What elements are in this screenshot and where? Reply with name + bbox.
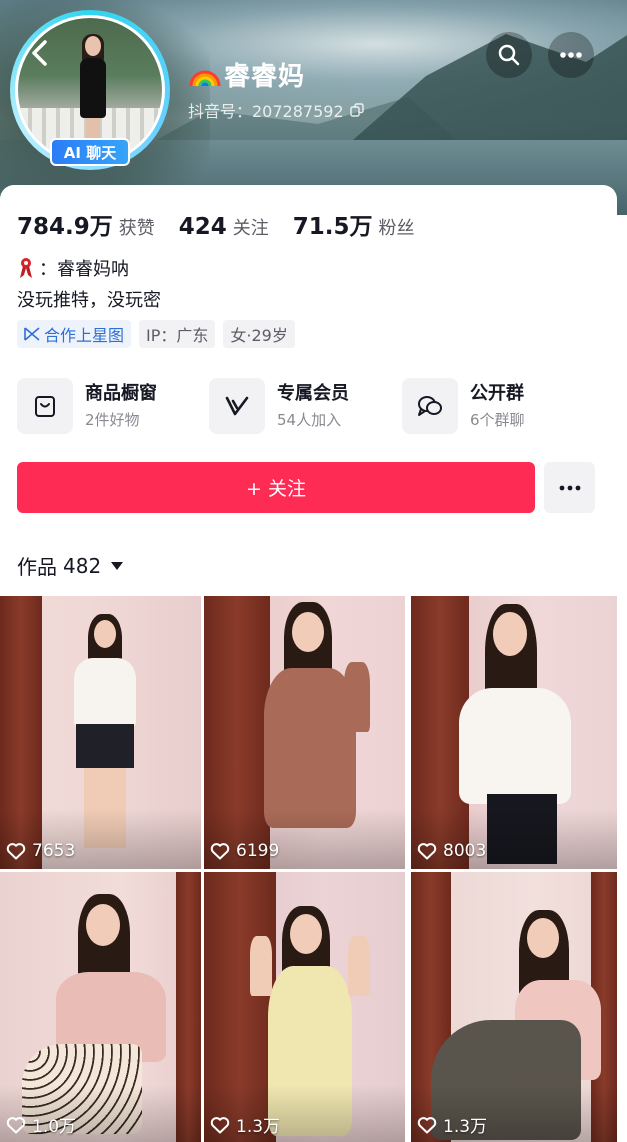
tag-gender-age: 女·29岁 xyxy=(223,320,295,348)
ellipsis-icon xyxy=(559,485,580,490)
caret-down-icon xyxy=(111,561,124,570)
following-label: 关注 xyxy=(232,218,269,239)
douyin-id[interactable]: 抖音号：207287592 xyxy=(188,98,364,122)
heart-icon xyxy=(210,1116,230,1133)
heart-icon xyxy=(417,843,437,860)
service-public-group[interactable]: 公开群 6个群聊 xyxy=(402,377,525,435)
video-thumbnail[interactable]: 6199 xyxy=(204,596,405,869)
tag-row: 合作上星图 IP：广东 女·29岁 xyxy=(17,320,295,348)
heart-icon xyxy=(210,843,230,860)
service-title: 商品橱窗 xyxy=(85,382,157,404)
works-label: 作品 xyxy=(17,555,57,579)
tag-label: 合作上星图 xyxy=(44,326,125,345)
search-button[interactable] xyxy=(486,32,532,78)
services-row: 商品橱窗 2件好物 专属会员 54人加入 公开群 6个群聊 xyxy=(17,377,597,435)
video-thumbnail[interactable]: 8003 xyxy=(411,596,617,869)
video-likes: 1.3万 xyxy=(417,1112,487,1137)
service-title: 专属会员 xyxy=(277,382,349,404)
bio-text-1: ：睿睿妈呐 xyxy=(39,259,129,280)
copy-icon[interactable] xyxy=(349,103,364,117)
star-partner-icon xyxy=(24,327,40,341)
video-likes-count: 1.3万 xyxy=(443,1117,488,1137)
likes-count[interactable]: 784.9万 xyxy=(17,207,113,241)
following-count[interactable]: 424 xyxy=(179,214,227,240)
search-icon xyxy=(498,44,520,66)
video-likes-count: 1.0万 xyxy=(32,1117,77,1137)
video-likes: 6199 xyxy=(210,841,279,861)
service-subtitle: 6个群聊 xyxy=(470,410,525,429)
tag-star-partner[interactable]: 合作上星图 xyxy=(17,320,132,348)
service-membership[interactable]: 专属会员 54人加入 xyxy=(209,377,349,435)
bio-line-2: 没玩推特，没玩密 xyxy=(17,290,161,311)
video-likes-count: 6199 xyxy=(236,841,280,861)
avatar-figure xyxy=(76,34,110,138)
ai-chat-badge[interactable]: AI 聊天 xyxy=(50,138,130,166)
service-shop-window[interactable]: 商品橱窗 2件好物 xyxy=(17,377,157,435)
rainbow-icon xyxy=(189,70,221,86)
video-likes: 7653 xyxy=(6,841,75,861)
tag-ip-location: IP：广东 xyxy=(139,320,216,348)
video-likes-count: 1.3万 xyxy=(236,1117,281,1137)
service-title: 公开群 xyxy=(470,382,524,404)
username-row: 睿睿妈 xyxy=(188,56,305,93)
stats-row: 784.9万 获赞 424 关注 71.5万 粉丝 xyxy=(17,207,439,241)
service-subtitle: 2件好物 xyxy=(85,410,140,429)
works-count: 482 xyxy=(63,553,102,578)
video-likes: 8003 xyxy=(417,841,486,861)
ellipsis-icon xyxy=(560,52,582,58)
heart-icon xyxy=(417,1116,437,1133)
video-thumbnail[interactable]: 1.0万 xyxy=(0,872,201,1142)
heart-icon xyxy=(6,1116,26,1133)
follow-button[interactable]: + 关注 xyxy=(17,462,535,513)
heart-icon xyxy=(6,843,26,860)
service-subtitle: 54人加入 xyxy=(277,410,342,429)
profile-card: 784.9万 获赞 424 关注 71.5万 粉丝 ：睿睿妈呐 没玩推特，没玩密… xyxy=(0,185,617,1142)
membership-v-icon xyxy=(209,378,265,434)
chevron-left-icon xyxy=(32,40,47,66)
more-options-button[interactable] xyxy=(548,32,594,78)
likes-label: 获赞 xyxy=(118,218,155,239)
red-ribbon-icon xyxy=(20,258,32,278)
back-button[interactable] xyxy=(22,38,58,74)
video-thumbnail[interactable]: 7653 xyxy=(0,596,201,869)
shopping-bag-icon xyxy=(17,378,73,434)
bio-line-1: ：睿睿妈呐 xyxy=(17,255,129,281)
video-thumbnail[interactable]: 1.3万 xyxy=(411,872,617,1142)
video-thumbnail[interactable]: 1.3万 xyxy=(204,872,405,1142)
followers-label: 粉丝 xyxy=(378,218,415,239)
follow-more-button[interactable] xyxy=(544,462,595,513)
tab-works[interactable]: 作品 482 xyxy=(17,551,124,580)
followers-count[interactable]: 71.5万 xyxy=(293,207,373,241)
douyin-id-text: 抖音号：207287592 xyxy=(188,102,344,121)
username: 睿睿妈 xyxy=(224,62,306,92)
video-likes: 1.3万 xyxy=(210,1112,280,1137)
video-likes: 1.0万 xyxy=(6,1112,76,1137)
group-chat-icon xyxy=(402,378,458,434)
video-likes-count: 7653 xyxy=(32,841,76,861)
video-likes-count: 8003 xyxy=(443,841,487,861)
